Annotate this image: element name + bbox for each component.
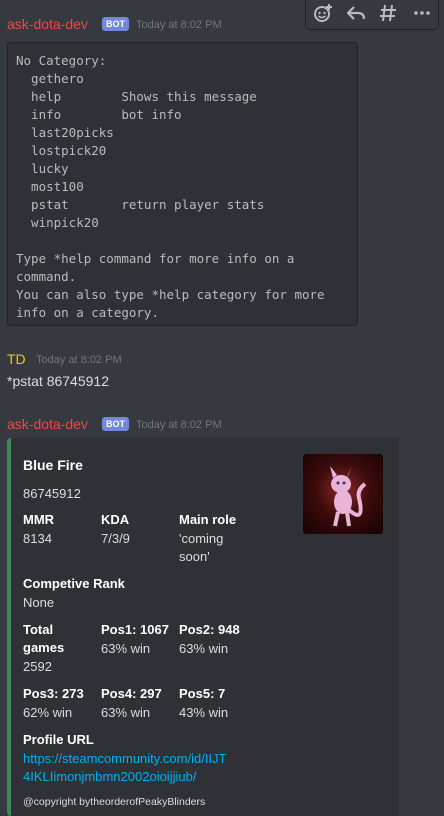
profile-url-link[interactable]: https://steamcommunity.com/id/IIJT [23,750,226,768]
field-value-main-role: 'coming [179,531,224,546]
embed-footer: @copyright bytheorderofPeakyBlinders [23,796,206,808]
field-value-kda: 7/3/9 [101,531,130,546]
field-name-profile-url: Profile URL [23,732,94,747]
field-name-pos2: Pos2: 948 [179,622,240,637]
field-value-mmr: 8134 [23,531,52,546]
message-timestamp: Today at 8:02 PM [36,354,122,366]
message-text: *pstat 86745912 [7,373,109,389]
message-username[interactable]: ask-dota-dev [7,16,88,32]
embed-description: 86745912 [23,486,81,501]
field-value-rank: None [23,595,55,610]
message-timestamp: Today at 8:02 PM [136,19,222,31]
help-code-block: No Category: gethero help Shows this mes… [7,42,358,326]
field-name-kda: KDA [101,512,130,527]
field-name-total-games: Total [23,622,54,637]
profile-url-link-2[interactable]: 4IKLIimonjmbmn2002oioijjiub/ [23,768,196,786]
bot-badge: BOT [102,17,129,31]
message-username[interactable]: ask-dota-dev [7,416,88,432]
thread-icon[interactable] [375,0,403,27]
field-value-pos4: 63% win [101,705,151,720]
field-name-rank: Competive Rank [23,576,125,591]
field-name-pos3: Pos3: 273 [23,686,84,701]
embed-thumbnail[interactable] [303,454,383,534]
field-name-pos1: Pos1: 1067 [101,622,169,637]
message-timestamp: Today at 8:02 PM [136,419,222,431]
message-toolbar [305,0,439,30]
bot-badge: BOT [102,417,129,431]
field-value-main-role-2: soon' [179,549,210,564]
field-name-total-games-2: games [23,640,65,655]
field-value-pos2: 63% win [179,641,229,656]
field-value-pos3: 62% win [23,705,73,720]
more-icon[interactable] [408,0,436,27]
add-reaction-icon[interactable] [309,0,337,27]
field-name-pos5: Pos5: 7 [179,686,226,701]
field-value-pos1: 63% win [101,641,151,656]
reply-icon[interactable] [342,0,370,27]
field-name-main-role: Main role [179,512,237,527]
message-username[interactable]: TD [7,351,26,367]
field-name-pos4: Pos4: 297 [101,686,162,701]
field-value-total-games: 2592 [23,659,52,674]
field-name-mmr: MMR [23,512,55,527]
embed-title: Blue Fire [23,457,83,473]
field-value-pos5: 43% win [179,705,229,720]
